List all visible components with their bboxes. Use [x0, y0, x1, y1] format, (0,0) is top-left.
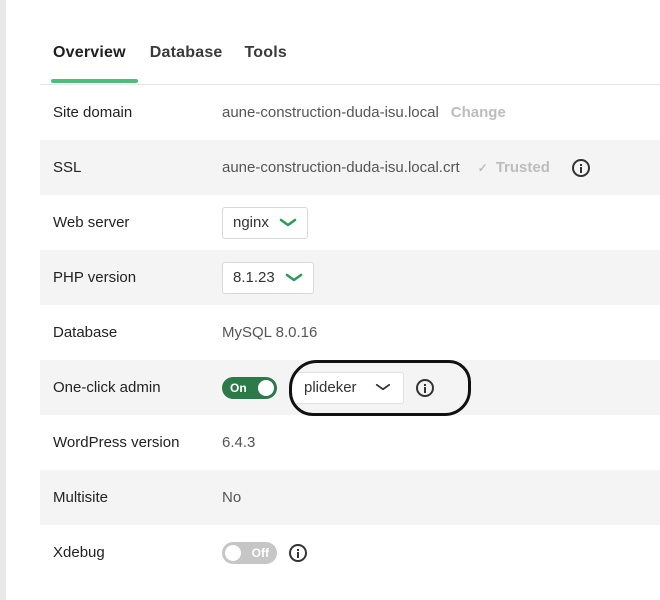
- admin-user-selected-value: plideker: [304, 379, 357, 396]
- one-click-admin-toggle[interactable]: On: [222, 376, 277, 399]
- window-left-edge: [0, 0, 6, 600]
- one-click-admin-label: One-click admin: [53, 379, 161, 396]
- toggle-on-label: On: [230, 380, 247, 395]
- row-wordpress-version: WordPress version 6.4.3: [40, 415, 660, 470]
- php-version-selected-value: 8.1.23: [233, 269, 275, 286]
- ssl-value-group: aune-construction-duda-isu.local.crt ✓ T…: [222, 158, 590, 177]
- site-domain-value-group: aune-construction-duda-isu.local Change: [222, 104, 506, 121]
- database-label: Database: [53, 324, 118, 341]
- row-php-version: PHP version 8.1.23: [40, 250, 660, 305]
- toggle-off-label: Off: [251, 545, 269, 560]
- checkmark-icon: ✓: [477, 160, 488, 175]
- wordpress-version-value: 6.4.3: [222, 434, 256, 451]
- web-server-value-group: nginx: [222, 206, 308, 239]
- info-icon[interactable]: [415, 378, 434, 397]
- change-domain-link[interactable]: Change: [451, 104, 506, 121]
- php-version-value-group: 8.1.23: [222, 261, 314, 294]
- row-web-server: Web server nginx: [40, 195, 660, 250]
- php-version-select[interactable]: 8.1.23: [222, 261, 314, 294]
- row-one-click-admin: One-click admin On plideker: [40, 360, 660, 415]
- ssl-label: SSL: [53, 159, 82, 176]
- row-xdebug: Xdebug Off: [40, 525, 660, 580]
- site-domain-label: Site domain: [53, 104, 133, 121]
- web-server-label: Web server: [53, 214, 130, 231]
- admin-user-select[interactable]: plideker: [291, 371, 404, 404]
- ssl-trusted-label: Trusted: [495, 159, 550, 176]
- php-version-label: PHP version: [53, 269, 137, 286]
- database-value: MySQL 8.0.16: [222, 324, 318, 341]
- site-overview-list: Site domain aune-construction-duda-isu.l…: [40, 85, 660, 580]
- xdebug-label: Xdebug: [53, 544, 105, 561]
- toggle-knob: [258, 379, 274, 396]
- chevron-down-icon: [375, 383, 390, 391]
- tab-database[interactable]: Database: [150, 44, 223, 84]
- tab-overview[interactable]: Overview: [51, 44, 138, 84]
- chevron-down-icon: [279, 218, 297, 226]
- site-domain-value: aune-construction-duda-isu.local: [222, 104, 439, 121]
- web-server-selected-value: nginx: [233, 214, 269, 231]
- info-icon[interactable]: [289, 543, 307, 562]
- toggle-knob: [225, 544, 241, 561]
- tab-tools[interactable]: Tools: [245, 44, 287, 84]
- one-click-admin-value-group: On plideker: [222, 371, 434, 404]
- multisite-value: No: [222, 489, 242, 506]
- chevron-down-icon: [285, 273, 303, 281]
- row-multisite: Multisite No: [40, 470, 660, 525]
- web-server-select[interactable]: nginx: [222, 206, 308, 239]
- row-site-domain: Site domain aune-construction-duda-isu.l…: [40, 85, 660, 140]
- multisite-label: Multisite: [53, 489, 109, 506]
- info-icon[interactable]: [571, 158, 590, 177]
- xdebug-toggle[interactable]: Off: [222, 541, 277, 564]
- tab-bar: Overview Database Tools: [51, 44, 311, 84]
- wordpress-version-label: WordPress version: [53, 434, 180, 451]
- row-ssl: SSL aune-construction-duda-isu.local.crt…: [40, 140, 660, 195]
- row-database: Database MySQL 8.0.16: [40, 305, 660, 360]
- ssl-certificate-value: aune-construction-duda-isu.local.crt: [222, 159, 460, 176]
- xdebug-value-group: Off: [222, 541, 307, 564]
- ssl-trusted-status: ✓ Trusted: [478, 159, 550, 176]
